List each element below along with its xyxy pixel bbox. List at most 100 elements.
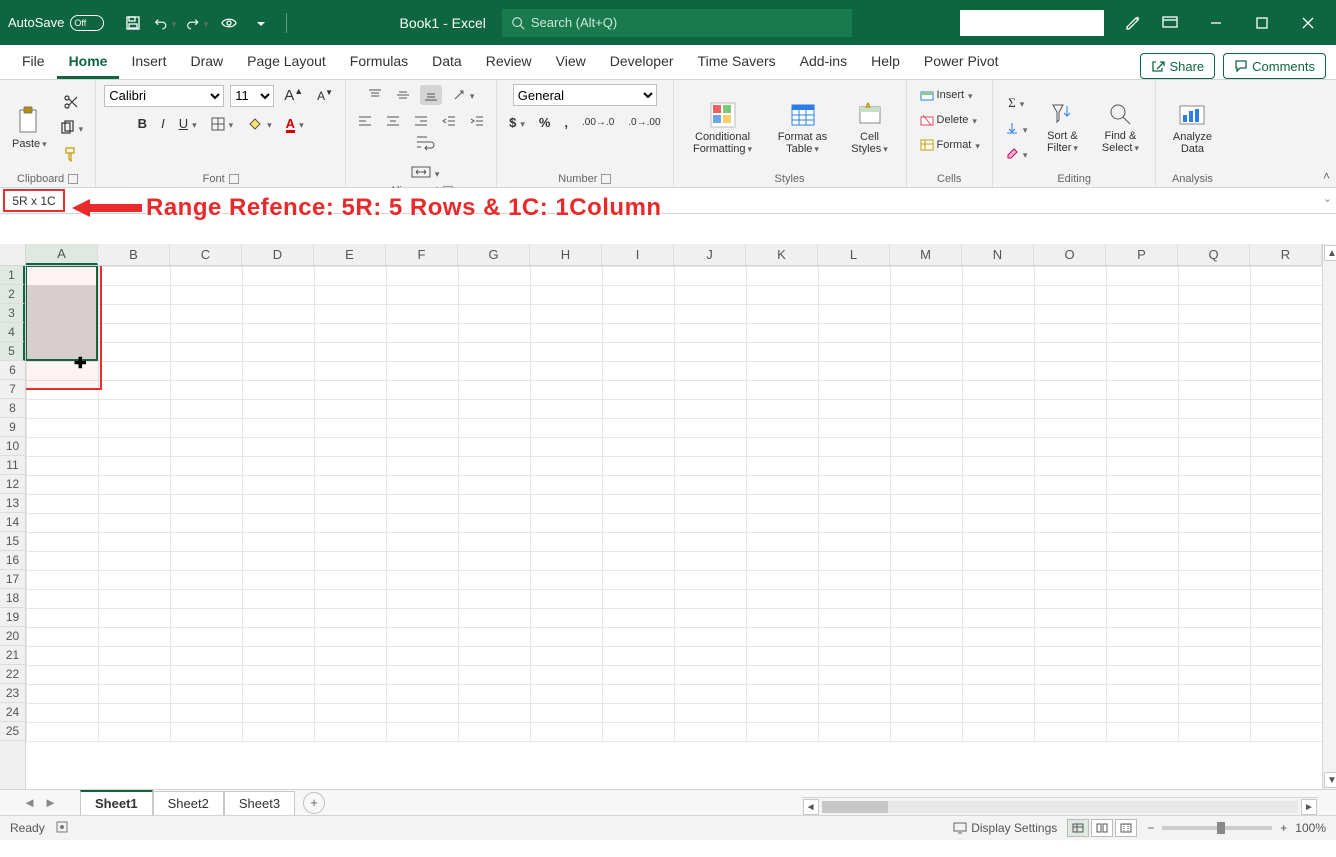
row-header-18[interactable]: 18 bbox=[0, 589, 25, 608]
clipboard-dialog-launcher[interactable] bbox=[68, 174, 78, 184]
search-input[interactable]: Search (Alt+Q) bbox=[502, 9, 852, 37]
row-header-9[interactable]: 9 bbox=[0, 418, 25, 437]
decrease-decimal-button[interactable]: .0→.00 bbox=[624, 114, 664, 131]
column-header-C[interactable]: C bbox=[170, 244, 242, 265]
autosave-toggle[interactable]: AutoSave Off bbox=[8, 15, 104, 31]
row-header-2[interactable]: 2 bbox=[0, 285, 25, 304]
row-header-15[interactable]: 15 bbox=[0, 532, 25, 551]
row-header-19[interactable]: 19 bbox=[0, 608, 25, 627]
page-break-view-button[interactable] bbox=[1115, 819, 1137, 837]
font-size-select[interactable]: 11 bbox=[230, 85, 274, 107]
ribbon-display-icon[interactable] bbox=[1150, 0, 1190, 45]
increase-decimal-button[interactable]: .00→.0 bbox=[578, 114, 618, 131]
format-as-table-button[interactable]: Format as Table bbox=[768, 98, 838, 158]
column-header-P[interactable]: P bbox=[1106, 244, 1178, 265]
column-header-R[interactable]: R bbox=[1250, 244, 1322, 265]
normal-view-button[interactable] bbox=[1067, 819, 1089, 837]
column-header-I[interactable]: I bbox=[602, 244, 674, 265]
pencil-icon[interactable] bbox=[1122, 12, 1144, 34]
cell-styles-button[interactable]: Cell Styles bbox=[842, 98, 898, 158]
column-header-M[interactable]: M bbox=[890, 244, 962, 265]
column-header-D[interactable]: D bbox=[242, 244, 314, 265]
borders-button[interactable] bbox=[207, 113, 238, 134]
wrap-text-button[interactable] bbox=[362, 131, 488, 155]
row-header-21[interactable]: 21 bbox=[0, 646, 25, 665]
row-header-3[interactable]: 3 bbox=[0, 304, 25, 323]
zoom-slider[interactable] bbox=[1162, 826, 1272, 830]
scroll-up-button[interactable]: ▲ bbox=[1324, 245, 1336, 261]
insert-cells-button[interactable]: Insert bbox=[915, 84, 977, 105]
tab-add-ins[interactable]: Add-ins bbox=[788, 46, 859, 79]
cut-button[interactable] bbox=[55, 91, 88, 113]
sheet-tab-1[interactable]: Sheet1 bbox=[80, 790, 153, 815]
tab-file[interactable]: File bbox=[10, 46, 57, 79]
row-header-10[interactable]: 10 bbox=[0, 437, 25, 456]
row-header-7[interactable]: 7 bbox=[0, 380, 25, 399]
expand-formula-bar-button[interactable]: ⌄ bbox=[1323, 192, 1332, 205]
redo-button[interactable] bbox=[186, 12, 208, 34]
eye-icon[interactable] bbox=[218, 12, 240, 34]
copy-button[interactable] bbox=[55, 117, 88, 139]
tab-formulas[interactable]: Formulas bbox=[338, 46, 420, 79]
tab-review[interactable]: Review bbox=[474, 46, 544, 79]
fill-button[interactable] bbox=[1001, 118, 1032, 139]
select-all-corner[interactable] bbox=[0, 244, 26, 266]
font-dialog-launcher[interactable] bbox=[229, 174, 239, 184]
display-settings-button[interactable]: Display Settings bbox=[953, 821, 1057, 835]
align-right-button[interactable] bbox=[410, 111, 432, 131]
column-header-E[interactable]: E bbox=[314, 244, 386, 265]
sheet-tab-3[interactable]: Sheet3 bbox=[224, 791, 295, 815]
account-box[interactable] bbox=[960, 10, 1104, 36]
row-header-23[interactable]: 23 bbox=[0, 684, 25, 703]
tab-home[interactable]: Home bbox=[57, 46, 120, 79]
delete-cells-button[interactable]: Delete bbox=[915, 109, 981, 130]
tab-page-layout[interactable]: Page Layout bbox=[235, 46, 338, 79]
close-button[interactable] bbox=[1288, 0, 1328, 45]
column-header-Q[interactable]: Q bbox=[1178, 244, 1250, 265]
row-header-6[interactable]: 6 bbox=[0, 361, 25, 380]
paste-button[interactable]: Paste bbox=[8, 103, 51, 153]
vertical-scrollbar[interactable]: ▲ ▼ bbox=[1322, 244, 1336, 789]
accounting-format-button[interactable]: $ bbox=[505, 112, 529, 133]
page-layout-view-button[interactable] bbox=[1091, 819, 1113, 837]
row-header-22[interactable]: 22 bbox=[0, 665, 25, 684]
underline-button[interactable]: U bbox=[175, 113, 201, 134]
format-painter-button[interactable] bbox=[55, 143, 88, 165]
tab-time-savers[interactable]: Time Savers bbox=[686, 46, 788, 79]
format-cells-button[interactable]: Format bbox=[915, 134, 984, 155]
row-header-4[interactable]: 4 bbox=[0, 323, 25, 342]
row-header-14[interactable]: 14 bbox=[0, 513, 25, 532]
qat-expand-icon[interactable] bbox=[250, 12, 272, 34]
column-header-K[interactable]: K bbox=[746, 244, 818, 265]
number-format-select[interactable]: General bbox=[513, 84, 657, 106]
row-header-16[interactable]: 16 bbox=[0, 551, 25, 570]
conditional-formatting-button[interactable]: Conditional Formatting bbox=[682, 98, 764, 158]
column-header-O[interactable]: O bbox=[1034, 244, 1106, 265]
row-header-5[interactable]: 5 bbox=[0, 342, 25, 361]
column-header-H[interactable]: H bbox=[530, 244, 602, 265]
row-header-24[interactable]: 24 bbox=[0, 703, 25, 722]
tab-draw[interactable]: Draw bbox=[178, 46, 235, 79]
scroll-down-button[interactable]: ▼ bbox=[1324, 772, 1336, 788]
align-center-button[interactable] bbox=[382, 111, 404, 131]
orientation-button[interactable] bbox=[448, 84, 479, 105]
percent-button[interactable]: % bbox=[535, 112, 555, 133]
column-header-G[interactable]: G bbox=[458, 244, 530, 265]
macro-record-icon[interactable] bbox=[55, 820, 69, 837]
tab-insert[interactable]: Insert bbox=[119, 46, 178, 79]
row-header-12[interactable]: 12 bbox=[0, 475, 25, 494]
font-color-button[interactable]: A bbox=[282, 113, 308, 134]
find-select-button[interactable]: Find & Select bbox=[1093, 99, 1147, 157]
row-header-11[interactable]: 11 bbox=[0, 456, 25, 475]
decrease-font-button[interactable]: A▼ bbox=[313, 86, 337, 106]
undo-button[interactable] bbox=[154, 12, 176, 34]
row-header-1[interactable]: 1 bbox=[0, 266, 25, 285]
column-header-B[interactable]: B bbox=[98, 244, 170, 265]
zoom-level[interactable]: 100% bbox=[1295, 821, 1326, 835]
cells-area[interactable]: ✚ bbox=[26, 266, 1322, 789]
column-header-N[interactable]: N bbox=[962, 244, 1034, 265]
italic-button[interactable]: I bbox=[157, 113, 169, 134]
sort-filter-button[interactable]: Sort & Filter bbox=[1035, 99, 1089, 157]
column-header-A[interactable]: A bbox=[26, 244, 98, 265]
tab-help[interactable]: Help bbox=[859, 46, 912, 79]
